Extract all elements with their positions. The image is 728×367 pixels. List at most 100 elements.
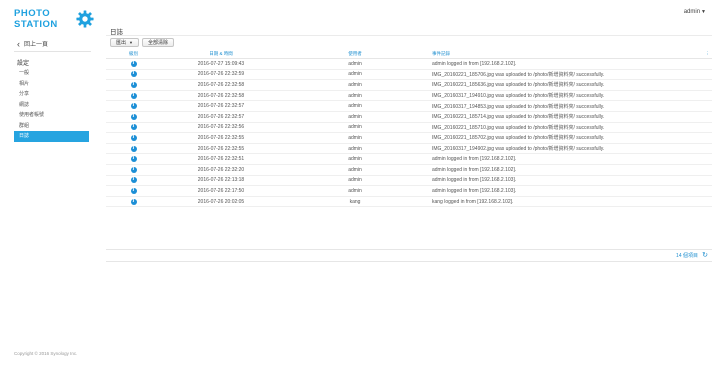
user-name: admin (683, 9, 701, 15)
column-header-event[interactable]: 事件記錄 (429, 51, 704, 57)
column-header-user[interactable]: 使用者 (281, 51, 429, 57)
caret-down-icon: ▼ (701, 9, 706, 15)
info-icon: i (130, 60, 137, 67)
datetime-cell: 2016-07-27 15:09:43 (197, 60, 245, 67)
table-footer-divider (106, 249, 712, 250)
level-cell: i (106, 92, 161, 99)
event-cell: IMG_20160317_194902.jpg was uploaded to … (432, 146, 605, 153)
item-count: 14 個項目 (676, 253, 698, 259)
datetime-cell: 2016-07-26 22:32:59 (197, 71, 245, 78)
level-cell: i (106, 156, 161, 163)
info-icon: i (130, 198, 137, 205)
user-cell: admin (348, 187, 362, 194)
info-icon: i (130, 113, 137, 120)
sidebar-item-sharing[interactable]: 分享 (14, 89, 89, 100)
datetime-cell: 2016-07-26 22:32:57 (197, 113, 245, 120)
column-header-datetime[interactable]: 日期 & 時間 (161, 51, 281, 57)
event-cell: IMG_20160221_185714.jpg was uploaded to … (432, 114, 605, 121)
level-cell: i (106, 113, 161, 120)
table-row[interactable]: i 2016-07-26 22:13:18 admin admin logged in… (106, 176, 712, 187)
datetime-cell: 2016-07-26 22:32:58 (197, 81, 245, 88)
table-row[interactable]: i 2016-07-26 22:32:59 admin IMG_20160221_18… (106, 70, 712, 81)
sidebar-item-groups[interactable]: 群組 (14, 121, 89, 132)
datetime-cell: 2016-07-26 22:32:58 (197, 92, 245, 99)
user-menu[interactable]: admin▼ (684, 9, 706, 15)
level-cell: i (106, 124, 161, 131)
user-cell: admin (348, 156, 362, 163)
sidebar-item-logs[interactable]: 日誌 (14, 131, 89, 142)
export-button[interactable]: 匯出 ▼ (110, 38, 139, 47)
event-cell: admin logged in from [192.168.2.102]. (432, 60, 517, 67)
export-label: 匯出 (116, 40, 127, 46)
user-cell: admin (348, 113, 362, 120)
back-button[interactable]: ‹ 回上一頁 (17, 39, 48, 48)
refresh-icon[interactable]: ↻ (702, 251, 708, 259)
datetime-cell: 2016-07-26 22:32:56 (197, 124, 245, 131)
title-divider (106, 35, 712, 36)
sidebar-item-blog[interactable]: 網誌 (14, 100, 89, 111)
table-body: i 2016-07-27 15:09:43 admin admin logged in… (106, 59, 712, 208)
table-row[interactable]: i 2016-07-26 22:32:58 admin IMG_20160317_19… (106, 91, 712, 102)
sidebar-nav: 一般 相片 分享 網誌 使用者帳號 群組 日誌 (14, 68, 89, 142)
level-cell: i (106, 187, 161, 194)
info-icon: i (130, 103, 137, 110)
level-cell: i (106, 71, 161, 78)
level-cell: i (106, 166, 161, 173)
level-cell: i (106, 177, 161, 184)
table-row[interactable]: i 2016-07-26 22:32:20 admin admin logged in… (106, 165, 712, 176)
event-cell: admin logged in from [192.168.2.102]. (432, 166, 517, 173)
user-cell: admin (348, 166, 362, 173)
info-icon: i (130, 81, 137, 88)
datetime-cell: 2016-07-26 20:02:05 (197, 198, 245, 205)
photo-station-logo[interactable]: PHOTO STATION (14, 8, 94, 30)
event-cell: IMG_20160221_185702.jpg was uploaded to … (432, 135, 605, 142)
table-row[interactable]: i 2016-07-26 22:32:55 admin IMG_20160221_18… (106, 133, 712, 144)
event-cell: admin logged in from [192.168.2.102]. (432, 156, 517, 163)
table-row[interactable]: i 2016-07-26 20:02:05 kang kang logged in f… (106, 197, 712, 208)
table-row[interactable]: i 2016-07-27 15:09:43 admin admin logged in… (106, 59, 712, 70)
user-cell: admin (348, 177, 362, 184)
clear-all-button[interactable]: 全部清除 (141, 38, 174, 47)
sidebar-section-title: 設定 (17, 61, 30, 67)
sidebar-item-photos[interactable]: 相片 (14, 79, 89, 90)
table-row[interactable]: i 2016-07-26 22:32:57 admin IMG_20160221_18… (106, 112, 712, 123)
level-cell: i (106, 134, 161, 141)
user-cell: admin (348, 103, 362, 110)
user-cell: admin (348, 71, 362, 78)
level-cell: i (106, 81, 161, 88)
logo-text-line1: PHOTO (14, 8, 51, 19)
column-header-level[interactable]: 級別 (106, 51, 161, 57)
footer-divider (106, 261, 712, 262)
sidebar-item-general[interactable]: 一般 (14, 68, 89, 79)
user-cell: admin (348, 124, 362, 131)
info-icon: i (130, 124, 137, 131)
table-row[interactable]: i 2016-07-26 22:32:55 admin IMG_20160317_19… (106, 144, 712, 155)
event-cell: kang logged in from [192.168.2.102]. (432, 198, 514, 205)
table-row[interactable]: i 2016-07-26 22:17:50 admin admin logged in… (106, 186, 712, 197)
datetime-cell: 2016-07-26 22:32:20 (197, 166, 245, 173)
info-icon: i (130, 166, 137, 173)
datetime-cell: 2016-07-26 22:32:51 (197, 156, 245, 163)
datetime-cell: 2016-07-26 22:32:57 (197, 103, 245, 110)
table-row[interactable]: i 2016-07-26 22:32:57 admin IMG_20160317_19… (106, 101, 712, 112)
table-row[interactable]: i 2016-07-26 22:32:51 admin admin logged in… (106, 154, 712, 165)
table-row[interactable]: i 2016-07-26 22:32:56 admin IMG_20160221_18… (106, 123, 712, 134)
clear-all-label: 全部清除 (147, 40, 168, 46)
event-cell: IMG_20160221_185710.jpg was uploaded to … (432, 124, 605, 131)
copyright-text: Copyright © 2016 Synology Inc. (14, 351, 78, 356)
column-menu-icon[interactable]: ⋮ (704, 51, 712, 57)
event-cell: admin logged in from [192.168.2.103]. (432, 177, 517, 184)
sidebar-item-user-accounts[interactable]: 使用者帳號 (14, 110, 89, 121)
gear-icon (76, 10, 94, 28)
level-cell: i (106, 198, 161, 205)
table-header: 級別 日期 & 時間 使用者 事件記錄 ⋮ (106, 50, 712, 59)
table-row[interactable]: i 2016-07-26 22:32:58 admin IMG_20160221_18… (106, 80, 712, 91)
log-table: 級別 日期 & 時間 使用者 事件記錄 ⋮ i 2016-07-27 15:09:… (106, 50, 712, 208)
info-icon: i (130, 187, 137, 194)
user-cell: admin (348, 145, 362, 152)
logo-text-line2: STATION (14, 19, 58, 30)
user-cell: admin (348, 134, 362, 141)
user-cell: admin (348, 81, 362, 88)
datetime-cell: 2016-07-26 22:32:55 (197, 145, 245, 152)
info-icon: i (130, 134, 137, 141)
